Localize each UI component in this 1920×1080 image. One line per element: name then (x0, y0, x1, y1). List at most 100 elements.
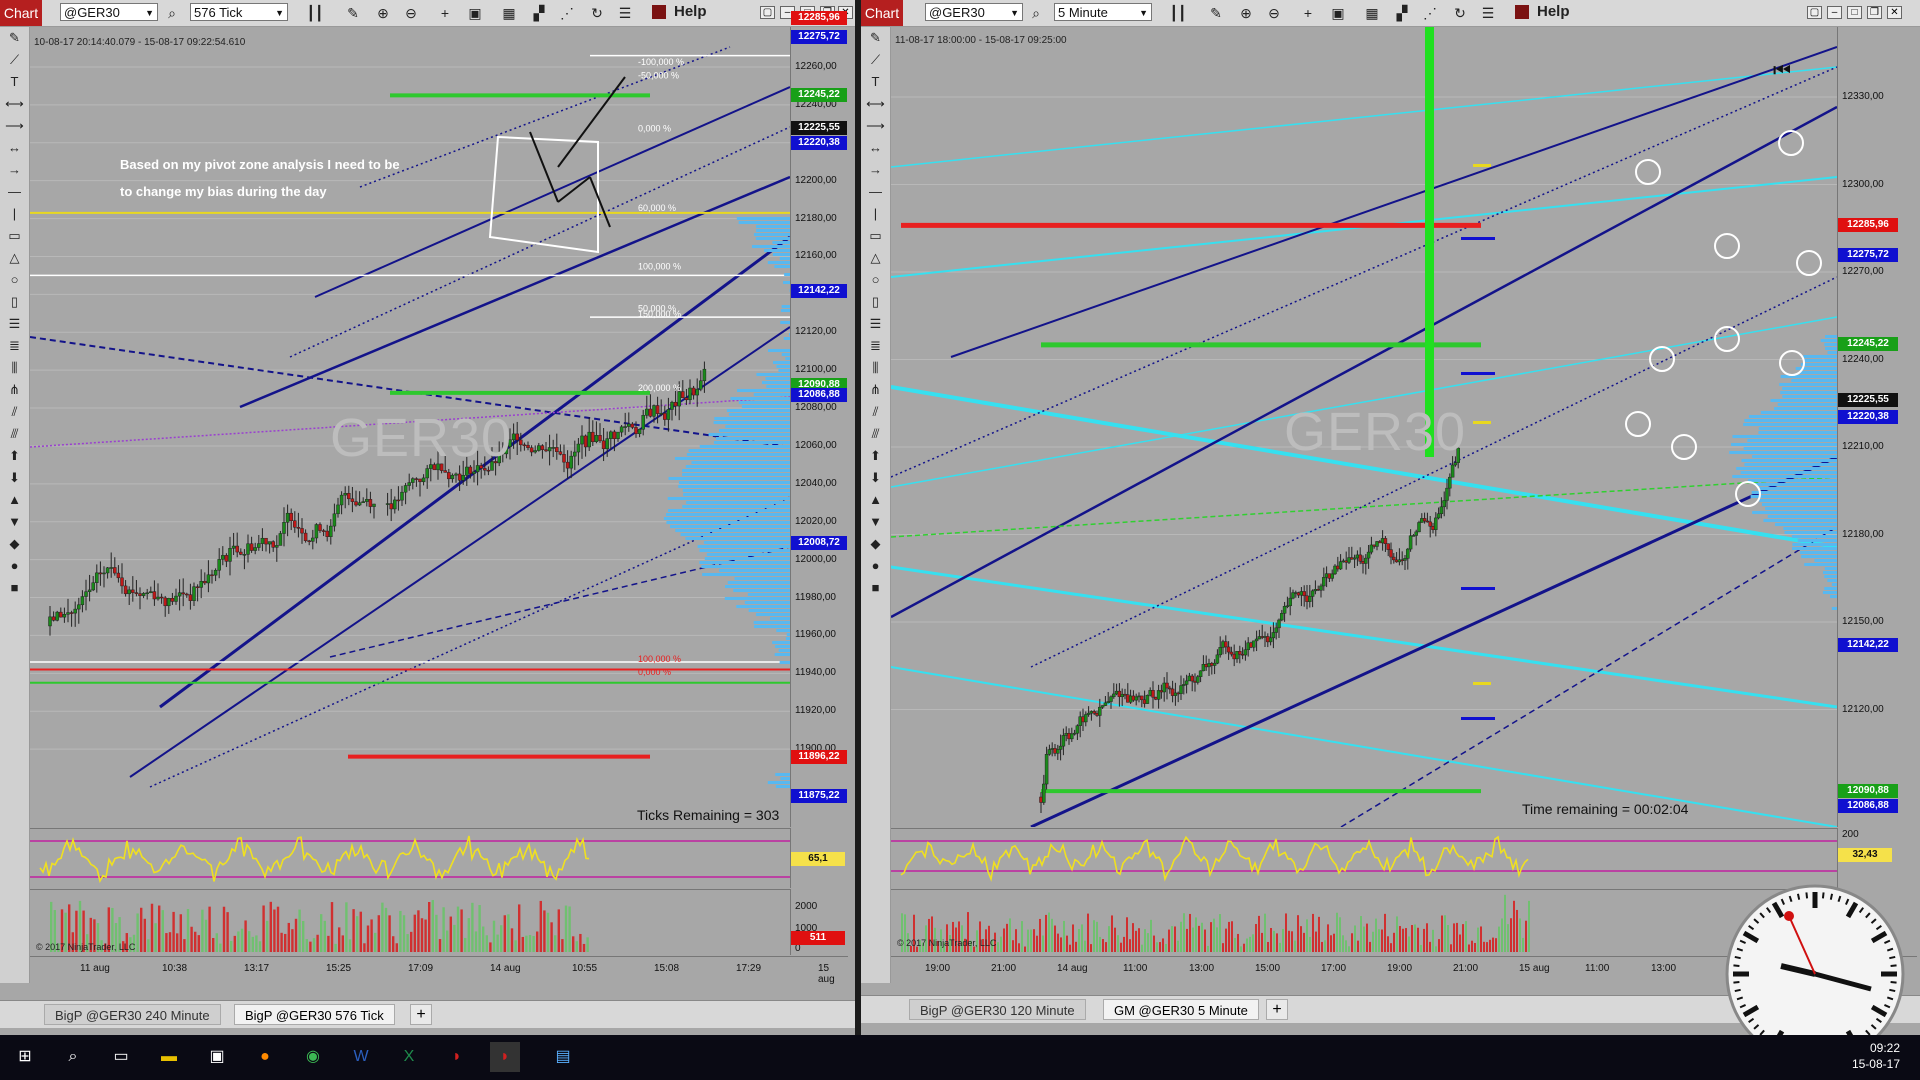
add-tab-icon[interactable]: + (410, 1004, 432, 1025)
rectangle-icon[interactable]: ▭ (0, 225, 29, 247)
vertical-line-icon[interactable]: | (0, 203, 29, 225)
zoom-in-icon[interactable]: ⊕ (1237, 4, 1255, 22)
zoom-out-icon[interactable]: ⊖ (402, 4, 420, 22)
excel-icon[interactable]: X (394, 1042, 424, 1072)
tws-icon[interactable]: ▤ (548, 1042, 578, 1072)
ray-icon[interactable]: ⟶ (0, 115, 29, 137)
indicators-icon[interactable]: ▦ (500, 4, 518, 22)
pencil-icon[interactable]: ✎ (1207, 4, 1225, 22)
maximize-icon[interactable]: □ (1847, 6, 1862, 19)
arrow-up-icon[interactable]: ⬆ (861, 445, 890, 467)
arrow-line-icon[interactable]: → (0, 159, 29, 181)
left-instrument-select[interactable]: @GER30 ▼ (60, 3, 158, 21)
drawing-tools-icon[interactable]: ⋰ (558, 4, 576, 22)
dot-icon[interactable]: ● (861, 555, 890, 577)
left-volume-panel[interactable]: © 2017 NinjaTrader, LLC (30, 889, 790, 956)
taskbar-date[interactable]: 15-08-17 (1852, 1057, 1900, 1071)
pencil-icon[interactable]: ✎ (344, 4, 362, 22)
file-explorer-icon[interactable]: ▬ (154, 1042, 184, 1072)
left-interval-select[interactable]: 576 Tick ▼ (190, 3, 288, 21)
gann-fan-icon[interactable]: ⫽ (0, 401, 29, 423)
store-icon[interactable]: ▣ (202, 1042, 232, 1072)
regression-channel-icon[interactable]: ⫻ (0, 423, 29, 445)
refresh-icon[interactable]: ↻ (588, 4, 606, 22)
help-icon[interactable] (1515, 5, 1529, 19)
word-icon[interactable]: W (346, 1042, 376, 1072)
right-price-scale[interactable]: 12330,00 12300,00 12270,00 12240,00 12210,00… (1837, 27, 1918, 827)
right-instrument-select[interactable]: @GER30 ▼ (925, 3, 1023, 21)
ninjatrader-8-icon[interactable]: ◗ (490, 1042, 520, 1072)
taskbar-time[interactable]: 09:22 (1870, 1041, 1900, 1055)
right-volume-panel[interactable]: © 2017 NinjaTrader, LLC (891, 889, 1837, 956)
extended-line-icon[interactable]: ↔ (861, 137, 890, 159)
task-view-icon[interactable]: ▭ (106, 1042, 136, 1072)
left-time-axis[interactable]: 11 aug 10:38 13:17 15:25 17:09 14 aug 10:55 15:… (30, 956, 848, 985)
arrow-line-icon[interactable]: → (861, 159, 890, 181)
tab-240-minute[interactable]: BigP @GER30 240 Minute (44, 1004, 221, 1025)
indicators-icon[interactable]: ▦ (1363, 4, 1381, 22)
pencil-icon[interactable]: ✎ (0, 27, 29, 49)
left-indicator-panel[interactable] (30, 828, 790, 889)
properties-icon[interactable]: ▣ (466, 4, 484, 22)
fib-retracement-icon[interactable]: ☰ (0, 313, 29, 335)
triangle-down-icon[interactable]: ▼ (0, 511, 29, 533)
ninjatrader-icon[interactable]: ◗ (442, 1042, 472, 1072)
list-icon[interactable]: ☰ (1479, 4, 1497, 22)
right-indicator-panel[interactable] (891, 828, 1837, 889)
region-icon[interactable]: ▯ (0, 291, 29, 313)
vertical-line-icon[interactable]: | (861, 203, 890, 225)
zoom-in-icon[interactable]: ⊕ (374, 4, 392, 22)
fib-time-icon[interactable]: ⫼ (0, 357, 29, 379)
strategies-icon[interactable]: ▞ (1393, 4, 1411, 22)
fib-time-icon[interactable]: ⫼ (861, 357, 890, 379)
right-help-label[interactable]: Help (1537, 3, 1570, 20)
triangle-down-icon[interactable]: ▼ (861, 511, 890, 533)
refresh-icon[interactable]: ↻ (1451, 4, 1469, 22)
text-icon[interactable]: T (861, 71, 890, 93)
gann-fan-icon[interactable]: ⫽ (861, 401, 890, 423)
extended-line-icon[interactable]: ↔ (0, 137, 29, 159)
search-icon[interactable]: ⌕ (1027, 4, 1045, 22)
firefox-icon[interactable]: ● (250, 1042, 280, 1072)
arrow-down-icon[interactable]: ⬇ (861, 467, 890, 489)
properties-icon[interactable]: ▣ (1329, 4, 1347, 22)
crosshair-icon[interactable]: + (436, 4, 454, 22)
minimize-icon[interactable]: – (1827, 6, 1842, 19)
square-icon[interactable]: ■ (861, 577, 890, 599)
restore-icon[interactable]: ❐ (1867, 6, 1882, 19)
tab-120-minute[interactable]: BigP @GER30 120 Minute (909, 999, 1086, 1020)
triangle-up-icon[interactable]: ▲ (861, 489, 890, 511)
line-icon[interactable]: ⟷ (861, 93, 890, 115)
tile-icon[interactable]: ▢ (1807, 6, 1822, 19)
search-icon[interactable]: ⌕ (163, 4, 181, 22)
triangle-up-icon[interactable]: ▲ (0, 489, 29, 511)
left-price-scale[interactable]: 12260,0012240,0012220,0012200,0012180,00… (790, 10, 849, 827)
diamond-icon[interactable]: ◆ (0, 533, 29, 555)
bar-type-icon[interactable]: ┃┃ (306, 4, 324, 22)
line-icon[interactable]: ⟷ (0, 93, 29, 115)
left-price-panel[interactable]: 10-08-17 20:14:40.079 - 15-08-17 09:22:5… (30, 27, 790, 827)
ellipse-icon[interactable]: ○ (0, 269, 29, 291)
left-chart-tab-label[interactable]: Chart (0, 0, 42, 26)
chrome-icon[interactable]: ◉ (298, 1042, 328, 1072)
square-icon[interactable]: ■ (0, 577, 29, 599)
right-interval-select[interactable]: 5 Minute ▼ (1054, 3, 1152, 21)
ellipse-icon[interactable]: ○ (861, 269, 890, 291)
search-icon[interactable]: ⌕ (58, 1042, 88, 1072)
windows-start-icon[interactable]: ⊞ (10, 1042, 40, 1072)
regression-channel-icon[interactable]: ⫻ (861, 423, 890, 445)
fib-extension-icon[interactable]: ≣ (0, 335, 29, 357)
fib-extension-icon[interactable]: ≣ (861, 335, 890, 357)
help-icon[interactable] (652, 5, 666, 19)
tab-5-minute[interactable]: GM @GER30 5 Minute (1103, 999, 1259, 1020)
horizontal-line-icon[interactable]: — (0, 181, 29, 203)
tile-icon[interactable]: ▢ (760, 6, 775, 19)
right-price-panel[interactable]: 11-08-17 18:00:00 - 15-08-17 09:25:00 ⏮ … (891, 27, 1837, 827)
zoom-out-icon[interactable]: ⊖ (1265, 4, 1283, 22)
dot-icon[interactable]: ● (0, 555, 29, 577)
right-chart-tab-label[interactable]: Chart (861, 0, 903, 26)
bar-type-icon[interactable]: ┃┃ (1169, 4, 1187, 22)
fib-retracement-icon[interactable]: ☰ (861, 313, 890, 335)
strategies-icon[interactable]: ▞ (530, 4, 548, 22)
rectangle-icon[interactable]: ▭ (861, 225, 890, 247)
